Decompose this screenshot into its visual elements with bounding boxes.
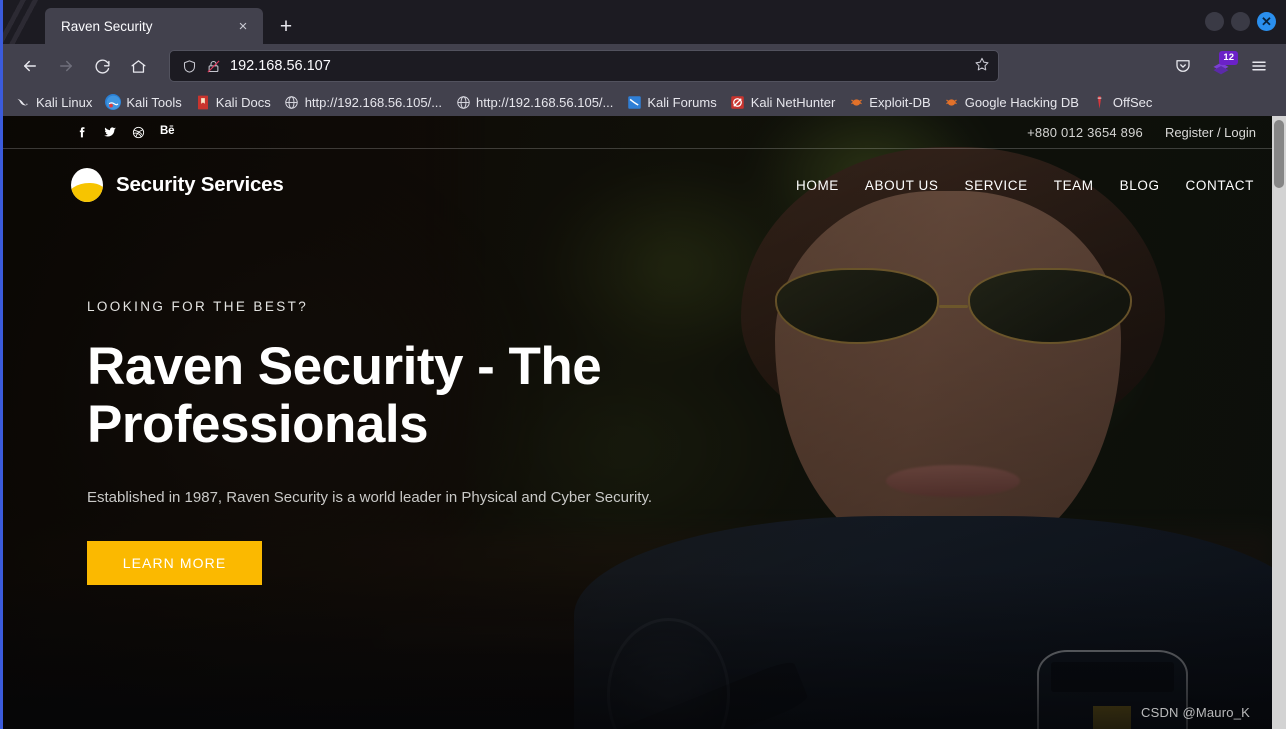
top-bar-right: +880 012 3654 896 Register / Login [1027,125,1256,140]
bookmark-label: http://192.168.56.105/... [304,94,443,110]
browser-window: Raven Security × + ✕ 192.168.56.107 12 K… [0,0,1286,729]
bookmark-local-105-b[interactable]: http://192.168.56.105/... [449,91,619,113]
globe-icon [455,94,471,110]
bookmark-kali-forums[interactable]: Kali Forums [620,91,722,113]
address-bar[interactable]: 192.168.56.107 [169,50,999,82]
exploitdb-icon [944,94,960,110]
kali-tools-icon [105,94,122,110]
nav-item-service[interactable]: SERVICE [964,178,1027,193]
tab-strip: Raven Security × + ✕ [3,0,1286,44]
bookmark-kali-tools[interactable]: Kali Tools [99,91,187,113]
dribbble-icon[interactable] [132,126,145,139]
kali-forums-icon [626,94,642,110]
bookmark-label: Kali Tools [126,94,182,110]
bookmark-label: Exploit-DB [869,94,931,110]
hero-section: Bē +880 012 3654 896 Register / Login Se… [3,116,1272,729]
app-menu-icon[interactable] [1242,50,1276,82]
kali-nethunter-icon [730,94,746,110]
facebook-icon[interactable] [75,126,88,139]
maximize-button[interactable] [1231,12,1250,31]
minimize-button[interactable] [1205,12,1224,31]
hero-subtitle: Established in 1987, Raven Security is a… [87,488,653,506]
bookmark-label: Kali Linux [36,94,93,110]
window-decoration [3,0,47,44]
bookmark-offsec[interactable]: OffSec [1086,91,1159,113]
behance-icon[interactable]: Bē [160,126,175,138]
page-scrollbar-thumb[interactable] [1274,120,1284,188]
hero-title: Raven Security - The Professionals [87,337,602,455]
twitter-icon[interactable] [103,125,117,139]
bookmark-label: OffSec [1112,94,1153,110]
extension-badge-count: 12 [1219,51,1238,65]
insecure-lock-icon[interactable] [206,59,221,74]
phone-number: +880 012 3654 896 [1027,124,1143,140]
bookmark-kali-nethunter[interactable]: Kali NetHunter [724,91,842,113]
nav-item-home[interactable]: HOME [796,178,839,193]
main-navigation: HOME ABOUT US SERVICE TEAM BLOG CONTACT [796,178,1254,193]
close-tab-icon[interactable]: × [233,16,253,36]
bookmark-label: Google Hacking DB [964,94,1079,110]
shield-icon[interactable] [182,59,197,74]
kali-docs-icon [195,94,211,110]
hero-eyebrow: LOOKING FOR THE BEST? [87,299,309,314]
bookmark-kali-linux[interactable]: Kali Linux [9,91,98,113]
kali-dragon-icon [15,94,31,110]
nav-item-team[interactable]: TEAM [1054,178,1094,193]
page-viewport: Bē +880 012 3654 896 Register / Login Se… [3,116,1286,729]
new-tab-button[interactable]: + [271,11,301,41]
pocket-save-icon[interactable] [1166,50,1200,82]
close-window-button[interactable]: ✕ [1257,12,1276,31]
page-scrollbar[interactable] [1272,116,1286,729]
site-top-bar: Bē +880 012 3654 896 Register / Login [3,116,1272,149]
bookmark-star-icon[interactable] [974,56,990,77]
brand-name: Security Services [116,173,284,196]
brand-logo-link[interactable]: Security Services [71,168,284,202]
home-icon[interactable] [121,50,155,82]
learn-more-button[interactable]: LEARN MORE [87,541,262,586]
toolbar-right-actions: 12 [1166,50,1276,82]
bookmark-exploit-db[interactable]: Exploit-DB [842,91,936,113]
watermark-text: CSDN @Mauro_K [1141,705,1250,720]
bookmark-google-hacking-db[interactable]: Google Hacking DB [938,91,1085,113]
globe-icon [284,94,300,110]
bookmark-label: Kali NetHunter [750,94,836,110]
window-controls: ✕ [1205,12,1276,31]
url-text[interactable]: 192.168.56.107 [230,58,965,74]
hero-bottom-fade [3,569,1272,729]
bookmark-label: Kali Forums [647,94,717,110]
nav-item-contact[interactable]: CONTACT [1186,178,1254,193]
browser-toolbar: 192.168.56.107 12 [3,44,1286,88]
extension-button[interactable]: 12 [1204,50,1238,82]
bookmark-label: Kali Docs [215,94,271,110]
register-login-link[interactable]: Register / Login [1165,125,1256,140]
reload-icon[interactable] [85,50,119,82]
bookmark-local-105-a[interactable]: http://192.168.56.105/... [278,91,448,113]
social-links: Bē [75,125,175,139]
site-header: Security Services HOME ABOUT US SERVICE … [3,149,1272,221]
bookmark-label: http://192.168.56.105/... [476,94,614,110]
bookmark-kali-docs[interactable]: Kali Docs [189,91,277,113]
nav-item-about-us[interactable]: ABOUT US [865,178,939,193]
forward-icon[interactable] [49,50,83,82]
browser-tab-raven-security[interactable]: Raven Security × [45,8,263,44]
egg-logo-icon [71,168,103,202]
back-icon[interactable] [13,50,47,82]
exploitdb-icon [848,94,864,110]
offsec-icon [1092,94,1108,110]
bookmarks-bar: Kali Linux Kali Tools Kali Docs http://1… [3,88,1286,116]
tab-title: Raven Security [61,18,153,34]
hero-content: LOOKING FOR THE BEST? Raven Security - T… [3,221,723,586]
nav-item-blog[interactable]: BLOG [1120,178,1160,193]
